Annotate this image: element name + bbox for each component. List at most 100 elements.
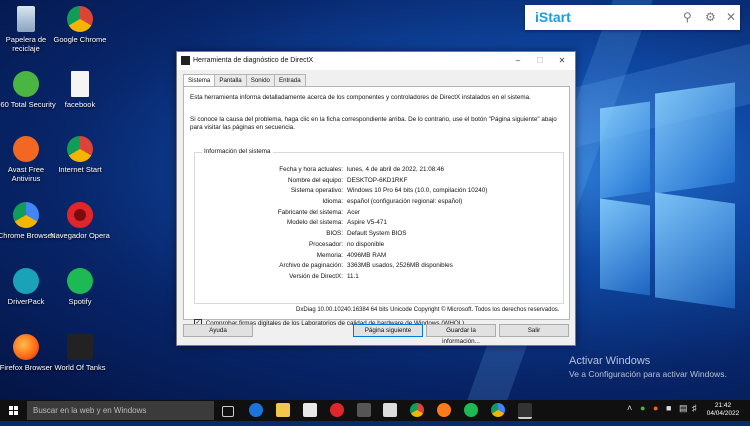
system-info-rows: Fecha y hora actuales: lunes, 4 de abril … — [195, 165, 563, 283]
search-icon[interactable]: ⚲ — [683, 10, 692, 24]
desktop-icon-internet-start[interactable]: Internet Start — [49, 136, 111, 174]
watermark-subtitle: Ve a Configuración para activar Windows. — [569, 369, 727, 379]
info-value: Windows 10 Pro 64 bits (10.0, compilació… — [347, 187, 488, 195]
info-value: DESKTOP-6KD1RKF — [347, 176, 408, 184]
desktop-icon-facebook[interactable]: facebook — [49, 71, 111, 109]
spotify-icon[interactable] — [464, 403, 478, 417]
file-explorer-icon[interactable] — [276, 403, 290, 417]
tray-app-icon[interactable]: ■ — [666, 403, 671, 413]
copyright-footer: DxDiag 10.00.10240.16384 64 bits Unicode… — [296, 307, 560, 313]
start-button[interactable] — [0, 400, 26, 421]
app-icon[interactable] — [357, 403, 371, 417]
info-key: Procesador: — [309, 240, 343, 248]
info-key: Nombre del equipo: — [288, 176, 343, 184]
opera-icon[interactable] — [330, 403, 344, 417]
image-viewer-icon[interactable] — [383, 403, 397, 417]
avast-tray-icon[interactable]: ● — [653, 403, 658, 413]
wallpaper-window-pane — [655, 82, 735, 194]
info-row: BIOS: Default System BIOS — [195, 229, 563, 240]
info-value: Acer — [347, 208, 360, 216]
directx-icon[interactable] — [518, 403, 532, 419]
dxdiag-window: Herramienta de diagnóstico de DirectX – … — [176, 51, 576, 346]
intro-text: Esta herramienta informa detalladamente … — [190, 94, 531, 101]
tab-strip: Sistema Pantalla Sonido Entrada — [183, 74, 306, 87]
maximize-icon[interactable]: ☐ — [529, 54, 551, 68]
info-value: 3363MB usados, 2526MB disponibles — [347, 262, 453, 270]
recycle-bin-icon — [17, 6, 35, 32]
help-button[interactable]: Ayuda — [183, 324, 253, 337]
desktop-icon-world-of-tanks[interactable]: World Of Tanks — [49, 334, 111, 372]
gear-icon[interactable]: ⚙ — [705, 10, 716, 24]
info-row: Fecha y hora actuales: lunes, 4 de abril … — [195, 165, 563, 176]
minimize-icon[interactable]: – — [507, 54, 529, 68]
info-row: Archivo de paginación: 3363MB usados, 252… — [195, 261, 563, 272]
info-value: lunes, 4 de abril de 2022, 21:08:46 — [347, 166, 444, 173]
info-key: Fecha y hora actuales: — [279, 166, 343, 173]
volume-icon[interactable]: ♯ — [692, 403, 697, 413]
avast-icon — [13, 136, 39, 162]
wallpaper-window-pane — [600, 198, 650, 296]
task-view-icon[interactable] — [222, 406, 234, 417]
search-placeholder: Buscar en la web y en Windows — [33, 406, 147, 415]
tab-entrada[interactable]: Entrada — [274, 74, 306, 86]
security-tray-icon[interactable]: ● — [640, 403, 645, 413]
system-clock[interactable]: 21:42 04/04/2022 — [705, 402, 741, 418]
info-value: Aspire V5-471 — [347, 219, 387, 227]
desktop-icon-spotify[interactable]: Spotify — [49, 268, 111, 306]
info-row: Nombre del equipo: DESKTOP-6KD1RKF — [195, 176, 563, 187]
chrome-icon — [67, 6, 93, 32]
title-bar[interactable]: Herramienta de diagnóstico de DirectX – … — [177, 52, 575, 70]
info-row: Idioma: español (configuración regional: … — [195, 197, 563, 208]
clock-time: 21:42 — [714, 402, 732, 409]
file-icon — [71, 71, 89, 97]
info-key: Sistema operativo: — [290, 187, 343, 195]
info-row: Sistema operativo: Windows 10 Pro 64 bits… — [195, 186, 563, 197]
tab-page-sistema: Esta herramienta informa detalladamente … — [183, 86, 570, 327]
close-icon[interactable]: ✕ — [551, 54, 573, 68]
network-icon[interactable]: ▤ — [679, 403, 688, 414]
next-page-button[interactable]: Página siguiente — [353, 324, 423, 337]
edge-icon[interactable] — [249, 403, 263, 417]
clock-date: 04/04/2022 — [706, 410, 740, 417]
group-title: Información del sistema — [202, 148, 273, 155]
tab-pantalla[interactable]: Pantalla — [214, 74, 247, 86]
info-value: 11.1 — [347, 272, 359, 280]
istart-search-bar[interactable]: iStart ⚲ ⚙ ✕ — [525, 5, 740, 30]
info-row: Versión de DirectX: 11.1 — [195, 272, 563, 283]
chrome-icon[interactable] — [491, 403, 505, 417]
spotify-icon — [67, 268, 93, 294]
info-value: Default System BIOS — [347, 230, 407, 238]
exit-button[interactable]: Salir — [499, 324, 569, 337]
info-key: Memoria: — [316, 251, 343, 259]
info-key: BIOS: — [326, 230, 343, 238]
driverpack-icon — [13, 268, 39, 294]
watermark-title: Activar Windows — [569, 355, 651, 367]
desktop: Papelera de reciclaje Google Chrome 360 … — [0, 0, 750, 400]
taskbar-search[interactable]: Buscar en la web y en Windows — [27, 401, 214, 420]
close-icon[interactable]: ✕ — [726, 10, 736, 24]
directx-icon — [181, 56, 190, 65]
chevron-up-icon[interactable]: ˄ — [627, 403, 632, 413]
info-key: Fabricante del sistema: — [277, 208, 343, 216]
istart-brand: iStart — [535, 9, 571, 25]
desktop-icon-chrome[interactable]: Google Chrome — [49, 6, 111, 44]
info-value: no disponible — [347, 240, 385, 248]
window-title: Herramienta de diagnóstico de DirectX — [193, 57, 314, 64]
info-key: Versión de DirectX: — [289, 272, 343, 280]
wallpaper-window-pane — [655, 192, 735, 309]
store-icon[interactable] — [303, 403, 317, 417]
info-row: Fabricante del sistema: Acer — [195, 208, 563, 219]
chrome-icon — [67, 136, 93, 162]
wallpaper-window-pane — [600, 101, 650, 199]
security-360-icon — [13, 71, 39, 97]
firefox-icon[interactable] — [437, 403, 451, 417]
info-row: Memoria: 4096MB RAM — [195, 251, 563, 262]
chrome-icon — [13, 202, 39, 228]
tab-sonido[interactable]: Sonido — [245, 74, 276, 86]
save-info-button[interactable]: Guardar la información... — [426, 324, 496, 345]
desktop-icon-opera[interactable]: Navegador Opera — [49, 202, 111, 240]
info-key: Idioma: — [322, 198, 343, 206]
info-value: español (configuración regional: español… — [347, 198, 463, 206]
info-value: 4096MB RAM — [347, 251, 387, 259]
chrome-icon[interactable] — [410, 403, 424, 417]
